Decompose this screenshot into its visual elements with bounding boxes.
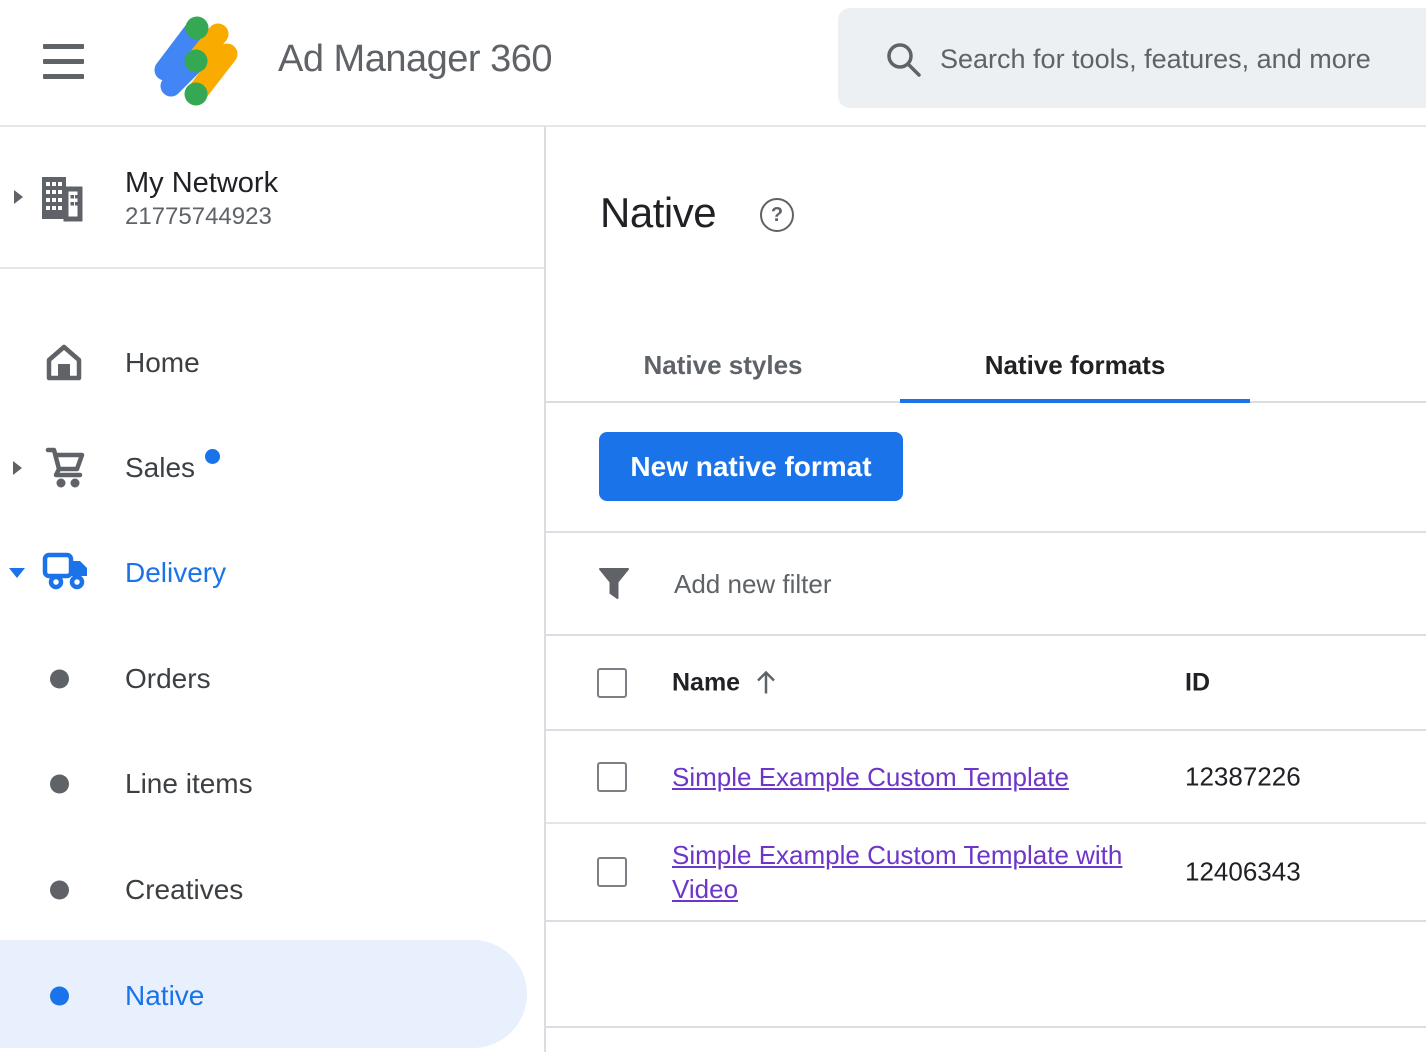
sidebar-item-label: Sales bbox=[125, 452, 195, 484]
chevron-down-icon bbox=[9, 568, 25, 578]
filter-icon bbox=[597, 566, 631, 602]
row-id: 12406343 bbox=[1185, 857, 1301, 888]
sidebar-item-label: Orders bbox=[125, 663, 211, 695]
sidebar-item-sales[interactable]: Sales bbox=[0, 415, 546, 520]
network-id: 21775744923 bbox=[125, 203, 272, 231]
bullet-icon bbox=[50, 880, 69, 899]
chevron-right-icon bbox=[14, 190, 23, 204]
empty-row bbox=[546, 922, 1426, 1028]
native-format-link[interactable]: Simple Example Custom Template with Vide… bbox=[672, 840, 1122, 904]
tab-native-formats[interactable]: Native formats bbox=[900, 330, 1250, 401]
sidebar-item-label: Creatives bbox=[125, 874, 243, 906]
network-name: My Network bbox=[125, 167, 278, 200]
app-title: Ad Manager 360 bbox=[278, 38, 552, 81]
sidebar-item-delivery[interactable]: Delivery bbox=[0, 520, 546, 625]
select-all-checkbox[interactable] bbox=[597, 668, 627, 698]
tab-native-styles[interactable]: Native styles bbox=[546, 330, 900, 401]
truck-icon bbox=[42, 550, 90, 592]
column-header-name[interactable]: Name bbox=[672, 668, 778, 697]
column-header-id[interactable]: ID bbox=[1185, 668, 1210, 697]
add-filter-input[interactable] bbox=[672, 533, 1156, 636]
filter-bar[interactable] bbox=[546, 533, 1426, 636]
sort-ascending-icon bbox=[754, 669, 778, 697]
row-checkbox[interactable] bbox=[597, 762, 627, 792]
search-input[interactable] bbox=[938, 8, 1422, 110]
tab-bar: Native styles Native formats bbox=[546, 330, 1426, 403]
table-row: Simple Example Custom Template 12387226 bbox=[546, 731, 1426, 824]
help-icon[interactable]: ? bbox=[760, 198, 794, 232]
row-checkbox[interactable] bbox=[597, 857, 627, 887]
sidebar-item-label: Line items bbox=[125, 768, 253, 800]
table-section: Name ID Simple Example Custom Template 1… bbox=[546, 531, 1426, 1028]
sidebar: My Network 21775744923 Home Sales Delive… bbox=[0, 127, 546, 1052]
home-icon bbox=[42, 340, 86, 382]
sidebar-item-line-items[interactable]: Line items bbox=[0, 731, 546, 836]
sidebar-item-home[interactable]: Home bbox=[0, 310, 546, 415]
sidebar-item-creatives[interactable]: Creatives bbox=[0, 837, 546, 942]
network-selector[interactable]: My Network 21775744923 bbox=[0, 127, 544, 269]
ad-manager-logo-icon[interactable] bbox=[146, 12, 246, 112]
building-icon bbox=[38, 169, 84, 225]
sidebar-item-label: Home bbox=[125, 347, 200, 379]
table-row: Simple Example Custom Template with Vide… bbox=[546, 824, 1426, 922]
notification-dot bbox=[205, 449, 220, 464]
bullet-icon bbox=[50, 669, 69, 688]
app-header: Ad Manager 360 bbox=[0, 0, 1426, 127]
global-search[interactable] bbox=[838, 8, 1426, 108]
native-format-link[interactable]: Simple Example Custom Template bbox=[672, 762, 1069, 792]
sidebar-item-orders[interactable]: Orders bbox=[0, 626, 546, 731]
sidebar-item-native[interactable]: Native bbox=[0, 943, 546, 1048]
sidebar-item-label: Delivery bbox=[125, 557, 226, 589]
main-content: Native ? Native styles Native formats Ne… bbox=[546, 127, 1426, 1052]
sidebar-item-label: Native bbox=[125, 980, 204, 1012]
row-id: 12387226 bbox=[1185, 761, 1301, 792]
page-title: Native bbox=[600, 189, 716, 237]
menu-icon[interactable] bbox=[43, 44, 84, 79]
table-header-row: Name ID bbox=[546, 636, 1426, 731]
bullet-icon bbox=[50, 986, 69, 1005]
bullet-icon bbox=[50, 774, 69, 793]
cart-icon bbox=[42, 445, 88, 489]
new-native-format-button[interactable]: New native format bbox=[599, 432, 903, 501]
search-icon bbox=[884, 40, 924, 80]
chevron-right-icon bbox=[13, 461, 22, 475]
